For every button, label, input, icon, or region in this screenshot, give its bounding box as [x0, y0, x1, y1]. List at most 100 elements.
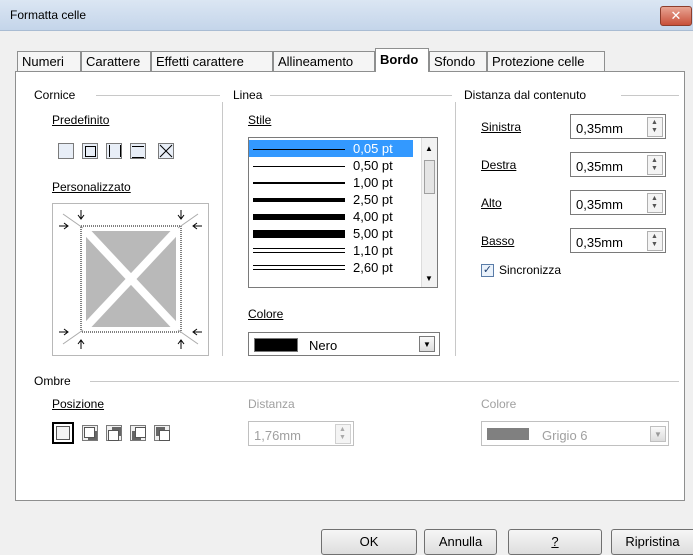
linea-rule [270, 95, 452, 96]
sincronizza-checkbox[interactable]: ✓ [481, 264, 494, 277]
shadow-top-left-button[interactable] [154, 425, 170, 441]
destra-spin-buttons[interactable]: ▲ ▼ [647, 155, 663, 175]
line-style-list[interactable]: 0,05 pt 0,50 pt 1,00 pt 2,50 pt 4,00 pt 5,00 … [248, 137, 438, 288]
sinistra-spin-buttons[interactable]: ▲ ▼ [647, 117, 663, 137]
alto-spinbox[interactable]: 0,35mm ▲ ▼ [570, 190, 666, 215]
line-sample [253, 214, 345, 220]
ok-button[interactable]: OK [321, 529, 417, 555]
line-color-swatch [254, 338, 298, 352]
line-sample [253, 182, 345, 184]
scroll-up-icon[interactable]: ▲ [425, 144, 433, 153]
tab-carattere[interactable]: Carattere [81, 51, 151, 71]
border-preview[interactable] [52, 203, 209, 356]
preset-left-right-button[interactable] [106, 143, 122, 159]
line-style-scrollbar[interactable]: ▲ ▼ [421, 138, 437, 287]
line-style-label: 1,00 pt [353, 175, 393, 190]
preset-top-bottom-button[interactable] [130, 143, 146, 159]
sincronizza-label: Sincronizza [499, 263, 562, 277]
linea-divider [455, 102, 456, 356]
line-style-label: 5,00 pt [353, 226, 393, 241]
shadow-bottom-left-button[interactable] [130, 425, 146, 441]
close-button[interactable]: ✕ [660, 6, 692, 26]
shadow-color-dropdown[interactable]: Grigio 6 ▼ [481, 421, 669, 446]
shadow-distance-spinbox[interactable]: 1,76mm ▲ ▼ [248, 421, 354, 446]
line-style-item[interactable]: 2,60 pt [249, 259, 413, 276]
scroll-thumb[interactable] [424, 160, 435, 194]
stile-label: Stile [248, 113, 272, 127]
tab-numeri[interactable]: Numeri [17, 51, 81, 71]
distanza-rule [621, 95, 679, 96]
line-style-item[interactable]: 0,05 pt [249, 140, 413, 157]
tab-bordo[interactable]: Bordo [375, 48, 429, 72]
line-style-label: 4,00 pt [353, 209, 393, 224]
shadow-distance-value: 1,76mm [254, 428, 301, 443]
alto-label: Alto [481, 196, 502, 210]
shadow-none-button[interactable] [52, 422, 74, 444]
diagonal-border-icon [159, 144, 173, 158]
shadow-bottom-right-button[interactable] [82, 425, 98, 441]
line-colore-label: Colore [248, 307, 284, 321]
basso-value: 0,35mm [576, 235, 623, 250]
chevron-down-icon[interactable]: ▼ [419, 336, 435, 352]
destra-spinbox[interactable]: 0,35mm ▲ ▼ [570, 152, 666, 177]
preset-outer-button[interactable] [82, 143, 98, 159]
line-sample [253, 252, 345, 253]
destra-value: 0,35mm [576, 159, 623, 174]
preset-none-button[interactable] [58, 143, 74, 159]
alto-value: 0,35mm [576, 197, 623, 212]
tab-allineamento[interactable]: Allineamento [273, 51, 375, 71]
line-style-label: 0,50 pt [353, 158, 393, 173]
line-color-dropdown[interactable]: Nero ▼ [248, 332, 440, 356]
line-sample [253, 248, 345, 249]
ombre-legend: Ombre [34, 374, 71, 388]
line-style-item[interactable]: 0,50 pt [249, 157, 413, 174]
shadow-distance-spin-buttons[interactable]: ▲ ▼ [335, 424, 351, 444]
line-style-label: 2,50 pt [353, 192, 393, 207]
line-color-value: Nero [309, 338, 338, 353]
tab-protezione-celle[interactable]: Protezione celle [487, 51, 605, 71]
line-style-item[interactable]: 1,00 pt [249, 174, 413, 191]
line-sample [253, 166, 345, 167]
tab-effetti-carattere[interactable]: Effetti carattere [151, 51, 273, 71]
shadow-none-icon [56, 426, 70, 440]
annulla-button[interactable]: Annulla [424, 529, 497, 555]
tab-sfondo[interactable]: Sfondo [429, 51, 487, 71]
cornice-divider [222, 102, 223, 356]
line-sample [253, 149, 345, 150]
posizione-label: Posizione [52, 397, 105, 411]
alto-spin-buttons[interactable]: ▲ ▼ [647, 193, 663, 213]
shadow-distanza-label: Distanza [248, 397, 295, 411]
border-preview-canvas [59, 210, 202, 349]
outer-border-icon [85, 146, 96, 157]
line-style-item[interactable]: 2,50 pt [249, 191, 413, 208]
line-style-label: 1,10 pt [353, 243, 393, 258]
ombre-rule [90, 381, 679, 382]
sinistra-spinbox[interactable]: 0,35mm ▲ ▼ [570, 114, 666, 139]
shadow-color-swatch [487, 428, 529, 440]
ripristina-button[interactable]: Ripristina [611, 529, 693, 555]
window-title: Formatta celle [10, 8, 87, 22]
line-style-item[interactable]: 5,00 pt [249, 225, 413, 242]
basso-spinbox[interactable]: 0,35mm ▲ ▼ [570, 228, 666, 253]
basso-spin-buttons[interactable]: ▲ ▼ [647, 231, 663, 251]
shadow-colore-label: Colore [481, 397, 517, 411]
chevron-down-icon[interactable]: ▼ [650, 426, 666, 442]
cornice-legend: Cornice [34, 88, 76, 102]
line-style-item[interactable]: 1,10 pt [249, 242, 413, 259]
predefinito-label: Predefinito [52, 113, 110, 127]
cornice-rule [96, 95, 220, 96]
shadow-top-right-button[interactable] [106, 425, 122, 441]
sinistra-value: 0,35mm [576, 121, 623, 136]
title-bar [0, 0, 693, 31]
line-sample [253, 230, 345, 238]
scroll-down-icon[interactable]: ▼ [425, 274, 433, 283]
shadow-color-value: Grigio 6 [542, 428, 588, 443]
line-sample [253, 269, 345, 270]
sinistra-label: Sinistra [481, 120, 522, 134]
line-style-item[interactable]: 4,00 pt [249, 208, 413, 225]
distanza-legend: Distanza dal contenuto [464, 88, 587, 102]
help-button[interactable]: ? [508, 529, 602, 555]
line-sample [253, 265, 345, 266]
left-right-border-icon [109, 145, 121, 157]
preset-diagonal-button[interactable] [158, 143, 174, 159]
